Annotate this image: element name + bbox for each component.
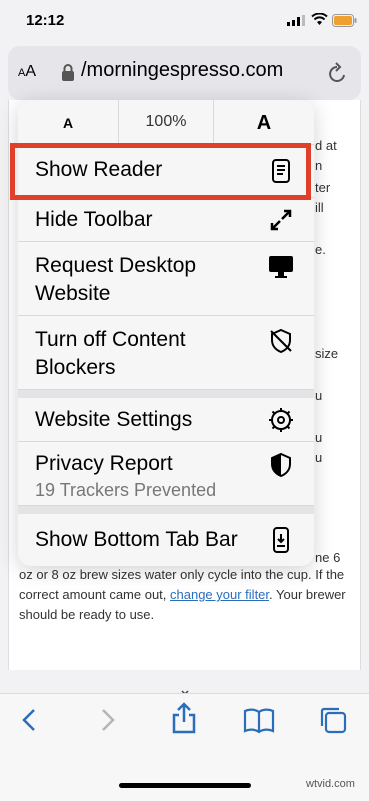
lock-icon [62, 64, 74, 81]
status-time: 12:12 [26, 12, 65, 29]
menu-item-label: Request Desktop Website [35, 254, 197, 305]
tabs-icon[interactable] [319, 706, 347, 734]
text-size-row: A 100% A [18, 100, 314, 145]
watermark: wtvid.com [306, 778, 355, 790]
menu-section-divider [18, 506, 314, 514]
menu-item-label: Website Settings [35, 408, 193, 431]
increase-text-size-button[interactable]: A [214, 100, 314, 144]
cellular-signal-icon [287, 15, 305, 26]
battery-icon [332, 14, 357, 27]
address-bar[interactable]: AA /morningespresso.com [8, 46, 361, 100]
menu-section-divider [18, 390, 314, 398]
resize-arrows-icon [270, 209, 292, 231]
share-icon[interactable] [169, 702, 199, 734]
menu-item-privacy-report[interactable]: Privacy Report 19 Trackers Prevented [18, 442, 314, 506]
page-text-fragment: ill [315, 200, 324, 215]
highlight-box [10, 143, 311, 200]
gear-icon [269, 408, 293, 432]
home-indicator [119, 783, 251, 788]
url-text[interactable]: /morningespresso.com [81, 59, 283, 82]
zoom-level: 100% [118, 100, 214, 144]
menu-item-label: Show Bottom Tab Bar [35, 528, 238, 551]
wifi-icon [311, 13, 328, 25]
phone-tabbar-icon [273, 527, 289, 553]
privacy-shield-icon [271, 452, 291, 478]
back-icon[interactable] [16, 706, 44, 734]
menu-item-label: Privacy Report [35, 452, 173, 475]
page-text-fragment: n [315, 158, 323, 173]
menu-item-show-bottom-tab-bar[interactable]: Show Bottom Tab Bar [18, 514, 314, 566]
page-text-fragment: e. [315, 242, 326, 257]
desktop-icon [269, 256, 293, 278]
menu-item-hide-toolbar[interactable]: Hide Toolbar [18, 198, 314, 242]
menu-item-website-settings[interactable]: Website Settings [18, 398, 314, 442]
page-text-fragment: u [315, 388, 323, 403]
page-text-fragment: u [315, 430, 323, 445]
menu-item-label: Hide Toolbar [35, 208, 153, 231]
page-settings-button[interactable]: AA [18, 63, 36, 81]
change-filter-link[interactable]: change your filter [170, 587, 269, 602]
reload-icon[interactable] [326, 61, 348, 85]
forward-icon[interactable] [93, 706, 121, 734]
page-text-fragment: ter [315, 180, 331, 195]
page-paragraph: oz or 8 oz brew sizes water only cycle i… [19, 567, 346, 622]
page-text-fragment: ne 6 [315, 550, 341, 565]
menu-item-label: Turn off Content Blockers [35, 328, 186, 379]
page-text-fragment: d at [315, 138, 337, 153]
decrease-text-size-button[interactable]: A [18, 100, 118, 144]
menu-item-request-desktop-website[interactable]: Request Desktop Website [18, 242, 314, 316]
menu-item-turn-off-content-blockers[interactable]: Turn off Content Blockers [18, 316, 314, 390]
bookmarks-icon[interactable] [243, 706, 275, 734]
page-text-fragment: size [315, 346, 339, 361]
trackers-prevented-count: 19 Trackers Prevented [35, 480, 217, 500]
shield-slash-icon [270, 328, 292, 354]
status-bar: 12:12 [0, 0, 369, 40]
page-text-fragment: u [315, 450, 323, 465]
